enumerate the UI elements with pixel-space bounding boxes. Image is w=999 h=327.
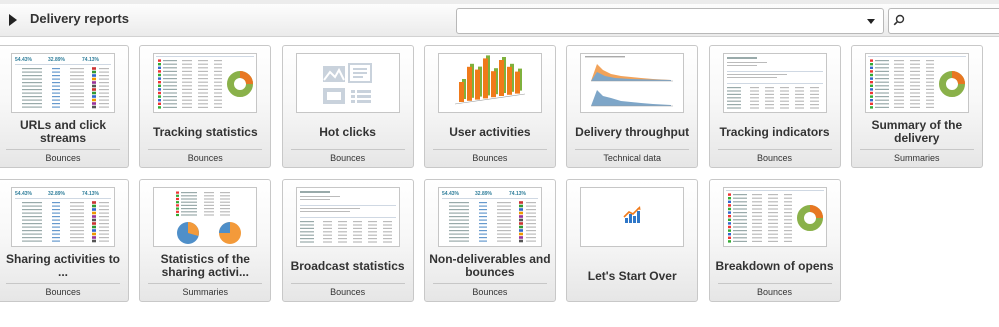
table-thumbnail-icon (722, 53, 827, 113)
report-category: Bounces (45, 153, 81, 163)
tile-divider (575, 149, 690, 150)
report-placeholder-icon (295, 53, 400, 113)
pie-charts-thumbnail-icon (153, 187, 258, 247)
filter-dropdown[interactable] (456, 8, 884, 34)
report-tile[interactable]: 54.43% 32.89% 74.13% URLs and click streams… (0, 45, 129, 168)
panel-header: Delivery reports (0, 4, 999, 37)
panel-title: Delivery reports (30, 11, 129, 26)
search-icon (893, 14, 905, 26)
report-category: Summaries (894, 153, 940, 163)
area-chart-thumbnail-icon (580, 53, 685, 113)
tile-divider (432, 283, 547, 284)
svg-text:74.13%: 74.13% (82, 191, 100, 197)
tile-divider (290, 283, 405, 284)
svg-text:74.13%: 74.13% (82, 57, 100, 63)
svg-text:32.89%: 32.89% (475, 191, 493, 197)
report-tile[interactable]: Hot clicks Bounces (281, 45, 414, 168)
svg-text:74.13%: 74.13% (509, 191, 527, 197)
report-category: Bounces (756, 287, 793, 297)
tile-divider (148, 283, 263, 284)
svg-text:54.43%: 54.43% (15, 57, 33, 63)
report-tile-label: Tracking statistics (152, 124, 258, 139)
chevron-down-icon[interactable] (867, 19, 875, 24)
report-tile[interactable]: Tracking statistics Bounces (139, 45, 272, 168)
report-tile-label: Non-deliverables and bounces (429, 252, 551, 279)
tile-divider (859, 149, 974, 150)
report-tile[interactable]: Broadcast statistics Bounces (281, 179, 414, 302)
report-category: Technical data (603, 153, 661, 163)
report-category: Bounces (45, 287, 81, 297)
report-tile-label: Summary of the delivery (871, 118, 963, 145)
table-stats-thumbnail-icon: 54.43% 32.89% 74.13% (437, 187, 542, 247)
report-tile[interactable]: Breakdown of opens Bounces (708, 179, 841, 302)
report-tile-label: Let's Start Over (587, 268, 677, 283)
report-tile-label: Hot clicks (319, 124, 376, 139)
report-category: Bounces (330, 287, 366, 297)
report-tile[interactable]: Tracking indicators Bounces (708, 45, 841, 168)
table-stats-thumbnail-icon: 54.43% 32.89% 74.13% (11, 53, 115, 113)
report-tile[interactable]: Delivery throughput Technical data (566, 45, 699, 168)
tile-divider (717, 149, 832, 150)
expand-triangle-icon[interactable] (9, 14, 17, 26)
report-tile[interactable]: Statistics of the sharing activi... Summa… (139, 179, 272, 302)
table-stats-thumbnail-icon: 54.43% 32.89% 74.13% (11, 187, 115, 247)
search-input[interactable] (888, 8, 999, 34)
svg-text:32.89%: 32.89% (48, 191, 66, 197)
table-donut-thumbnail-icon (722, 187, 827, 247)
report-tile[interactable]: User activities Bounces (423, 45, 556, 168)
report-tile-label: Breakdown of opens (715, 258, 834, 273)
report-tile[interactable]: Summary of the delivery Summaries (850, 45, 983, 168)
tile-divider (6, 149, 120, 150)
report-tile-label: Tracking indicators (719, 124, 830, 139)
report-category: Bounces (472, 287, 508, 297)
tile-divider (148, 149, 263, 150)
report-category: Bounces (187, 153, 223, 163)
tile-divider (6, 283, 120, 284)
chart-growth-icon (580, 187, 685, 247)
table-donut-thumbnail-icon (864, 53, 969, 113)
svg-text:54.43%: 54.43% (15, 191, 33, 197)
tile-divider (290, 149, 405, 150)
report-tile-label: User activities (449, 124, 531, 139)
report-category: Bounces (756, 153, 793, 163)
tile-divider (717, 283, 832, 284)
report-tile-label: Statistics of the sharing activi... (160, 252, 250, 279)
table-thumbnail-icon (295, 187, 400, 247)
bar-chart-3d-thumbnail-icon (437, 53, 542, 113)
report-tile[interactable]: 54.43% 32.89% 74.13% Sharing activities to … (0, 179, 129, 302)
report-category: Bounces (472, 153, 508, 163)
tile-divider (432, 149, 547, 150)
report-tile[interactable]: 54.43% 32.89% 74.13% Non-deliverables and b… (423, 179, 556, 302)
report-tile-label: Broadcast statistics (290, 258, 405, 273)
report-tile-label: URLs and click streams (19, 118, 107, 145)
report-tile-label: Delivery throughput (575, 124, 690, 139)
report-tile-label: Sharing activities to ... (5, 252, 121, 279)
report-tile[interactable]: Let's Start Over (566, 179, 699, 302)
svg-text:32.89%: 32.89% (48, 57, 66, 63)
svg-text:54.43%: 54.43% (442, 191, 460, 197)
table-donut-thumbnail-icon (153, 53, 258, 113)
report-category: Summaries (182, 287, 229, 297)
report-category: Bounces (330, 153, 366, 163)
